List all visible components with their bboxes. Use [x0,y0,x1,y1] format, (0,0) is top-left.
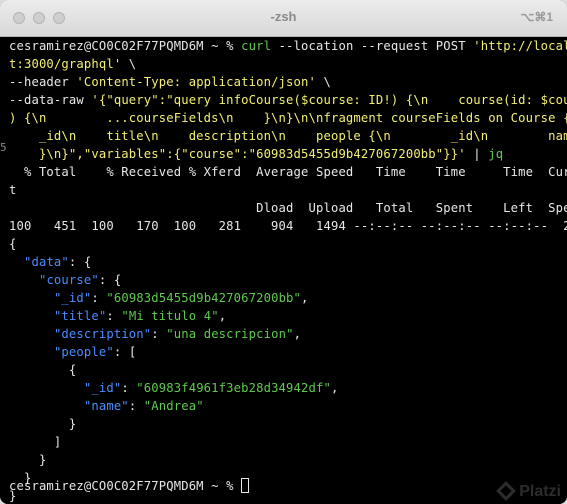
platzi-logo-icon [496,481,517,501]
gutter-mark: 5 [0,141,7,154]
command-line-3: --header 'Content-Type: application/json… [9,75,331,89]
json-line: { [9,237,17,251]
header-value: 'Content-Type: application/json' [76,75,316,89]
curl-stats-header-1: % Total % Received % Xferd Average Speed… [9,165,567,179]
json-line: { [9,363,77,377]
json-line: "description": "una descripcion", [53,327,302,341]
title-bar: -zsh ⌥⌘1 [0,0,567,37]
url-part-2: t:3000/graphql' [9,57,122,71]
json-line: ] [9,435,62,449]
command-line-7: }\n}","variables":{"course":"60983d5455d… [9,147,504,161]
json-line: } [9,417,77,431]
curl-stats-header-3: Dload Upload Total Spent Left Speed [9,201,567,215]
data-raw-4: }\n}","variables":{"course":"60983d5455d… [9,147,466,161]
json-line: "people": [ [53,345,137,359]
json-line: "data": { [23,255,92,269]
final-prompt-line[interactable]: cesramirez@CO0C02F77PQMD6M ~ % [9,477,250,495]
text-cursor [241,478,250,493]
command-line-2: t:3000/graphql' \ [9,57,137,71]
json-line: } [9,453,47,467]
json-line: "title": "Mi titulo 4", [53,309,227,323]
window-title: -zsh [270,9,297,24]
json-line: "course": { [38,273,122,287]
command-line-4: --data-raw '{"query":"query infoCourse($… [9,91,567,109]
command-curl: curl [241,39,272,53]
data-raw-3: _id\n title\n description\n people {\n _… [9,129,567,143]
command-jq: jq [488,147,504,161]
curl-stats-header-2: t [9,183,17,197]
command-line-1: cesramirez@CO0C02F77PQMD6M ~ % curl --lo… [9,37,567,55]
prompt: cesramirez@CO0C02F77PQMD6M ~ % [9,39,234,53]
json-line: "name": "Andrea" [83,399,204,413]
tab-shortcut: ⌥⌘1 [520,10,553,24]
terminal-output[interactable]: 5 cesramirez@CO0C02F77PQMD6M ~ % curl --… [0,37,567,504]
url-part-1: 'http://localhos [473,39,567,53]
curl-stats-row: 100 451 100 170 100 281 904 1494 --:--:-… [9,219,567,233]
prompt: cesramirez@CO0C02F77PQMD6M ~ % [9,479,234,493]
platzi-watermark: Platzi [496,481,561,501]
json-line: "_id": "60983f4961f3eb28d34942df", [83,381,339,395]
data-raw-2: ) {\n ...courseFields\n }\n}\n\nfragment… [9,111,567,125]
data-raw-1: '{"query":"query infoCourse($course: ID!… [91,93,567,107]
json-line: "_id": "60983d5455d9b427067200bb", [53,291,309,305]
terminal-window: -zsh ⌥⌘1 5 cesramirez@CO0C02F77PQMD6M ~ … [0,0,567,504]
